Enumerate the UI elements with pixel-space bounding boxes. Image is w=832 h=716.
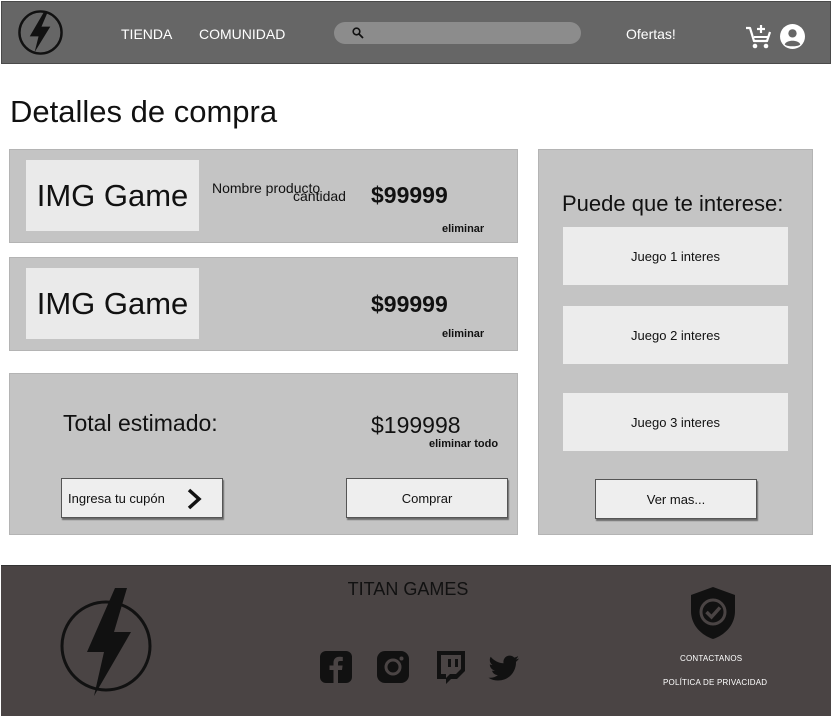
remove-all-link[interactable]: eliminar todo: [429, 438, 498, 450]
nav-tienda-link[interactable]: TIENDA: [121, 26, 172, 42]
product-image-placeholder: IMG Game: [26, 268, 199, 339]
facebook-icon[interactable]: [319, 650, 353, 684]
twitter-icon[interactable]: [487, 650, 521, 684]
product-image-placeholder: IMG Game: [26, 160, 199, 231]
product-price: $99999: [371, 291, 448, 317]
lightning-logo-icon: [60, 588, 152, 696]
search-input[interactable]: [370, 24, 570, 42]
buy-button[interactable]: Comprar: [346, 478, 508, 518]
instagram-icon[interactable]: [376, 650, 410, 684]
product-price: $99999: [371, 182, 448, 208]
cart-item: IMG Game $99999 eliminar: [9, 257, 518, 351]
see-more-button[interactable]: Ver mas...: [595, 479, 757, 519]
total-value: $199998: [371, 412, 461, 438]
contact-link[interactable]: CONTACTANOS: [680, 654, 742, 663]
product-quantity[interactable]: cantidad: [293, 188, 346, 204]
recommended-game-card[interactable]: Juego 3 interes: [563, 393, 788, 451]
twitch-icon[interactable]: [433, 650, 467, 684]
search-bar[interactable]: [334, 22, 581, 44]
order-summary: Total estimado: $199998 eliminar todo In…: [9, 373, 518, 535]
top-navbar: TIENDA COMUNIDAD Ofertas!: [1, 1, 831, 64]
nav-comunidad-link[interactable]: COMUNIDAD: [199, 26, 285, 42]
page-title: Detalles de compra: [10, 94, 278, 129]
footer: TITAN GAMES CONTACTANOS POLÍTICA DE PRIV…: [1, 565, 831, 716]
chevron-right-icon: [187, 488, 202, 510]
recommendations-title: Puede que te interese:: [562, 191, 784, 216]
nav-ofertas-link[interactable]: Ofertas!: [626, 26, 676, 42]
add-to-cart-icon[interactable]: [745, 24, 773, 50]
coupon-button-label: Ingresa tu cupón: [68, 490, 165, 506]
recommendations-panel: Puede que te interese: Juego 1 interes J…: [538, 149, 813, 535]
remove-item-link[interactable]: eliminar: [442, 328, 484, 340]
recommended-game-card[interactable]: Juego 2 interes: [563, 306, 788, 364]
search-icon: [352, 27, 364, 39]
coupon-button[interactable]: Ingresa tu cupón: [61, 478, 223, 518]
lightning-logo-icon[interactable]: [17, 9, 64, 56]
cart-item: IMG Game Nombre producto cantidad $99999…: [9, 149, 518, 243]
privacy-policy-link[interactable]: POLÍTICA DE PRIVACIDAD: [663, 678, 767, 687]
recommended-game-card[interactable]: Juego 1 interes: [563, 227, 788, 285]
remove-item-link[interactable]: eliminar: [442, 223, 484, 235]
shield-check-icon: [691, 587, 735, 639]
total-label: Total estimado:: [63, 410, 218, 436]
account-icon[interactable]: [780, 24, 805, 49]
